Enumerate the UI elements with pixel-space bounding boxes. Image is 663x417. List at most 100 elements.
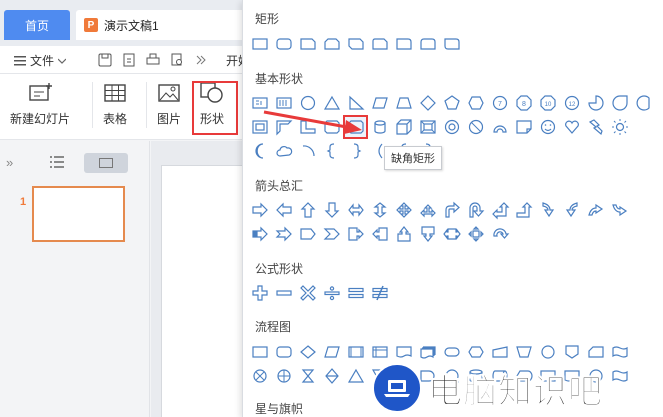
shape-option-rrect-icon[interactable]: [273, 34, 294, 54]
shape-option-fExt-icon[interactable]: [345, 366, 366, 386]
slide-view-icon[interactable]: [84, 153, 128, 173]
shape-option-arUD-icon[interactable]: [369, 200, 390, 220]
shape-option-rr1-icon[interactable]: [393, 34, 414, 54]
shape-option-fDec-icon[interactable]: [297, 342, 318, 362]
picture-button[interactable]: 图片: [156, 82, 182, 127]
shape-option-diamond-icon[interactable]: [417, 93, 438, 113]
shape-option-fTape-icon[interactable]: [609, 366, 630, 386]
shape-option-fData-icon[interactable]: [321, 342, 342, 362]
shape-option-pent-icon[interactable]: [441, 93, 462, 113]
shape-option-n12-icon[interactable]: 12: [561, 93, 582, 113]
shape-option-para-icon[interactable]: [369, 93, 390, 113]
shape-option-uturn-icon[interactable]: [465, 200, 486, 220]
shape-option-callLR-icon[interactable]: [441, 224, 462, 244]
shape-option-rr3-icon[interactable]: [441, 34, 462, 54]
shape-option-curvU-icon[interactable]: [585, 200, 606, 220]
shape-option-minus-icon[interactable]: [273, 283, 294, 303]
shape-option-fColl-icon[interactable]: [297, 366, 318, 386]
shape-option-hex-icon[interactable]: [465, 93, 486, 113]
more-chevron-icon[interactable]: [192, 51, 210, 69]
shape-option-rsnip-icon[interactable]: [369, 34, 390, 54]
shape-option-chev-icon[interactable]: [321, 224, 342, 244]
shape-option-arD-icon[interactable]: [321, 200, 342, 220]
shape-option-bevel-icon[interactable]: [417, 117, 438, 137]
shape-option-cube-icon[interactable]: [393, 117, 414, 137]
shape-option-smile-icon[interactable]: [537, 117, 558, 137]
shape-option-curvR-icon[interactable]: [537, 200, 558, 220]
shape-option-call4-icon[interactable]: [465, 224, 486, 244]
shape-option-ar3-icon[interactable]: [417, 200, 438, 220]
shape-option-snip2-icon[interactable]: [321, 34, 342, 54]
shape-option-rr2-icon[interactable]: [417, 34, 438, 54]
shape-option-fTerm-icon[interactable]: [441, 342, 462, 362]
shape-option-curvL-icon[interactable]: [561, 200, 582, 220]
file-menu[interactable]: 文件: [14, 52, 67, 69]
print-preview-icon[interactable]: [168, 51, 186, 69]
shape-option-nosym-icon[interactable]: [465, 117, 486, 137]
shape-option-fSum-icon[interactable]: [249, 366, 270, 386]
shape-option-bracketL-icon[interactable]: [321, 141, 342, 161]
shape-option-curvD-icon[interactable]: [609, 200, 630, 220]
tab-document[interactable]: P 演示文稿1: [76, 10, 246, 40]
shape-option-rect-icon[interactable]: [249, 34, 270, 54]
shape-option-bracketR-icon[interactable]: [345, 141, 366, 161]
shape-option-fManOp-icon[interactable]: [513, 342, 534, 362]
shape-option-chord-icon[interactable]: [633, 93, 654, 113]
shape-option-callD-icon[interactable]: [417, 224, 438, 244]
shape-option-arLR-icon[interactable]: [345, 200, 366, 220]
new-slide-button[interactable]: 新建幻灯片: [10, 82, 70, 127]
shape-option-sun-icon[interactable]: [609, 117, 630, 137]
shape-option-snip3-icon[interactable]: [345, 34, 366, 54]
shape-option-bentU-icon[interactable]: [513, 200, 534, 220]
print-icon[interactable]: [144, 51, 162, 69]
shape-option-fMulti-icon[interactable]: [417, 342, 438, 362]
shape-option-fOr-icon[interactable]: [273, 366, 294, 386]
shape-option-n8-icon[interactable]: 8: [513, 93, 534, 113]
save-icon[interactable]: [96, 51, 114, 69]
shape-option-pie-icon[interactable]: [585, 93, 606, 113]
shape-option-pentA-icon[interactable]: [297, 224, 318, 244]
shape-option-fManIn-icon[interactable]: [489, 342, 510, 362]
shape-option-bent-icon[interactable]: [441, 200, 462, 220]
collapse-panel-icon[interactable]: »: [6, 155, 13, 170]
shape-option-fPrep-icon[interactable]: [465, 342, 486, 362]
export-pdf-icon[interactable]: [120, 51, 138, 69]
shape-option-can-icon[interactable]: [369, 117, 390, 137]
shape-option-fConn-icon[interactable]: [537, 342, 558, 362]
shape-option-callU-icon[interactable]: [393, 224, 414, 244]
tab-home[interactable]: 首页: [4, 10, 70, 40]
shape-option-fold-icon[interactable]: [513, 117, 534, 137]
shape-option-donut-icon[interactable]: [441, 117, 462, 137]
shape-option-bolt-icon[interactable]: [585, 117, 606, 137]
shape-option-stripe-icon[interactable]: [249, 224, 270, 244]
shape-option-fCard-icon[interactable]: [585, 342, 606, 362]
shape-option-cloud-icon[interactable]: [273, 141, 294, 161]
shape-option-arL-icon[interactable]: [273, 200, 294, 220]
shape-option-callR-icon[interactable]: [345, 224, 366, 244]
shape-option-circArr-icon[interactable]: [489, 224, 510, 244]
shape-option-heart-icon[interactable]: [561, 117, 582, 137]
shape-option-n7-icon[interactable]: 7: [489, 93, 510, 113]
shape-option-fInt-icon[interactable]: [369, 342, 390, 362]
shape-option-arcline-icon[interactable]: [297, 141, 318, 161]
shape-option-plus-icon[interactable]: [249, 283, 270, 303]
shape-option-fTape-icon[interactable]: [609, 342, 630, 362]
shape-option-fPre-icon[interactable]: [345, 342, 366, 362]
shape-option-mult-icon[interactable]: [297, 283, 318, 303]
shape-option-fDoc-icon[interactable]: [393, 342, 414, 362]
shape-option-n10-icon[interactable]: 10: [537, 93, 558, 113]
outline-view-icon[interactable]: [50, 156, 64, 171]
shape-option-divide-icon[interactable]: [321, 283, 342, 303]
shape-option-fProc-icon[interactable]: [249, 342, 270, 362]
shape-option-noteq-icon[interactable]: [369, 283, 390, 303]
table-button[interactable]: 表格: [102, 82, 128, 127]
shape-option-callL-icon[interactable]: [369, 224, 390, 244]
shape-option-tear-icon[interactable]: [609, 93, 630, 113]
shape-option-fAlt-icon[interactable]: [273, 342, 294, 362]
shape-option-moon-icon[interactable]: [249, 141, 270, 161]
shape-option-trap-icon[interactable]: [393, 93, 414, 113]
shape-option-arU-icon[interactable]: [297, 200, 318, 220]
slide-thumbnail[interactable]: [32, 186, 125, 242]
shape-option-arLU-icon[interactable]: [489, 200, 510, 220]
shape-option-ar4-icon[interactable]: [393, 200, 414, 220]
